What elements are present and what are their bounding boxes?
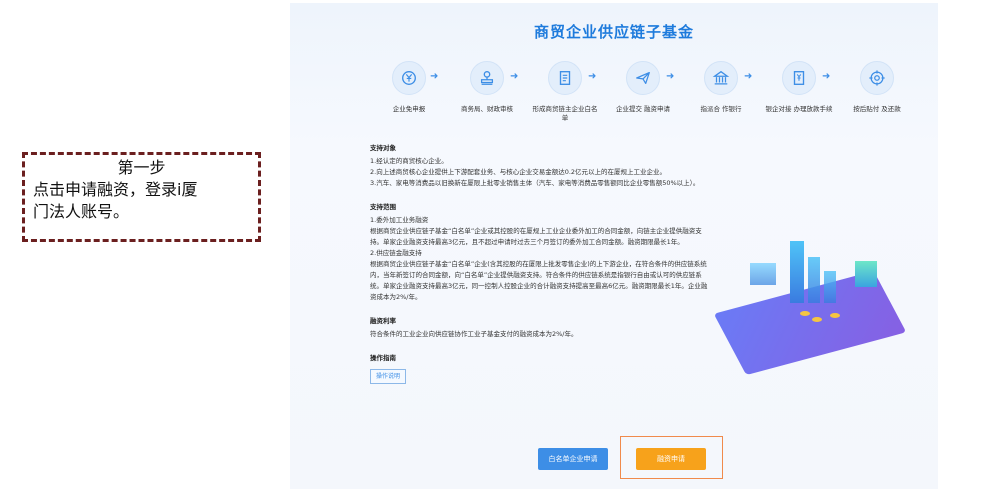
target-icon — [860, 61, 894, 95]
section-guide: 操作指南 操作说明 — [370, 353, 710, 384]
section-title: 操作指南 — [370, 354, 396, 362]
arrow-right-icon: ➜ — [744, 71, 753, 82]
step-label: 商务局、财政审核 — [461, 105, 513, 113]
step-5: 指派合 作银行 — [686, 61, 756, 114]
content-body: 支持对象 1.经认定的商贸核心企业。 2.向上述商贸核心企业提供上下游配套业务、… — [370, 143, 710, 397]
annotation-text-line1: 点击申请融资，登录i厦 — [33, 180, 198, 199]
coin-icon — [800, 311, 810, 316]
section-title: 支持对象 — [370, 144, 396, 152]
operation-guide-link[interactable]: 操作说明 — [370, 369, 407, 384]
section-support-scope: 支持范围 1.委外加工业务融资 根据商贸企业供应链子基金“白名单”企业或其控股的… — [370, 202, 710, 303]
annotation-text-line2: 门法人账号。 — [33, 202, 130, 221]
step-4: 企业提交 融资申请 — [608, 61, 678, 114]
step-label: 企业提交 融资申请 — [615, 105, 671, 113]
process-steps: 企业免申报 ➜ 商务局、财政审核 ➜ 形成商贸链主企业白名单 ➜ 企业提交 融资… — [374, 61, 901, 131]
fintech-illustration — [713, 233, 907, 376]
step-6: 银企对接 办理放款手续 — [764, 61, 834, 114]
illustration-building — [808, 257, 820, 303]
illustration-chart-board — [855, 261, 877, 287]
text-line: 3.汽车、家电等消费品以旧换新在厦限上批零业销售主体（汽车、家电等消费品零售额同… — [370, 179, 700, 187]
arrow-right-icon: ➜ — [666, 71, 675, 82]
document-list-icon — [548, 61, 582, 95]
yen-document-icon — [782, 61, 816, 95]
step-2: 商务局、财政审核 — [452, 61, 522, 114]
illustration-chart-board — [750, 263, 776, 285]
text-line: 根据商贸企业供应链子基金“白名单”企业或其控股的在厦规上工业企业委外加工的合同金… — [370, 227, 702, 246]
whitelist-apply-button[interactable]: 白名单企业申请 — [538, 448, 608, 470]
bank-icon — [704, 61, 738, 95]
section-title: 支持范围 — [370, 203, 396, 211]
step-label: 形成商贸链主企业白名单 — [532, 105, 598, 122]
arrow-right-icon: ➜ — [822, 71, 831, 82]
text-line: 1.委外加工业务融资 — [370, 216, 429, 224]
text-line: 1.经认定的商贸核心企业。 — [370, 157, 448, 165]
fund-page-panel: 商贸企业供应链子基金 企业免申报 ➜ 商务局、财政审核 ➜ 形成商贸链主企业白名… — [290, 3, 938, 489]
arrow-right-icon: ➜ — [430, 71, 439, 82]
yen-coin-icon — [392, 61, 426, 95]
illustration-building — [790, 241, 804, 303]
illustration-building — [824, 271, 836, 303]
text-line: 符合条件的工业企业向供应链协作工业子基金支付的融资成本为2%/年。 — [370, 330, 578, 338]
step-label: 指派合 作银行 — [700, 105, 742, 113]
text-line: 根据商贸企业供应链子基金“白名单”企业(含其控股的在厦限上批发零售企业)的上下游… — [370, 260, 708, 301]
financing-apply-button[interactable]: 融资申请 — [636, 448, 706, 470]
annotation-callout: 第一步 点击申请融资，登录i厦 门法人账号。 — [22, 152, 261, 242]
step-label: 按后贴付 及还款 — [853, 105, 901, 113]
page-title: 商贸企业供应链子基金 — [533, 23, 694, 41]
paper-plane-icon — [626, 61, 660, 95]
section-financing-rate: 融资利率 符合条件的工业企业向供应链协作工业子基金支付的融资成本为2%/年。 — [370, 316, 710, 340]
step-label: 企业免申报 — [392, 105, 426, 113]
section-support-target: 支持对象 1.经认定的商贸核心企业。 2.向上述商贸核心企业提供上下游配套业务、… — [370, 143, 710, 189]
text-line: 2.供应链金融支持 — [370, 249, 422, 257]
text-line: 2.向上述商贸核心企业提供上下游配套业务、与核心企业交易金额达0.2亿元以上的在… — [370, 168, 667, 176]
stamp-icon — [470, 61, 504, 95]
arrow-right-icon: ➜ — [588, 71, 597, 82]
step-1: 企业免申报 — [374, 61, 444, 114]
coin-icon — [812, 317, 822, 322]
arrow-right-icon: ➜ — [510, 71, 519, 82]
section-title: 融资利率 — [370, 317, 396, 325]
coin-icon — [830, 313, 840, 318]
step-7: 按后贴付 及还款 — [842, 61, 912, 114]
step-label: 银企对接 办理放款手续 — [765, 105, 833, 113]
annotation-step-title: 第一步 — [117, 158, 166, 177]
